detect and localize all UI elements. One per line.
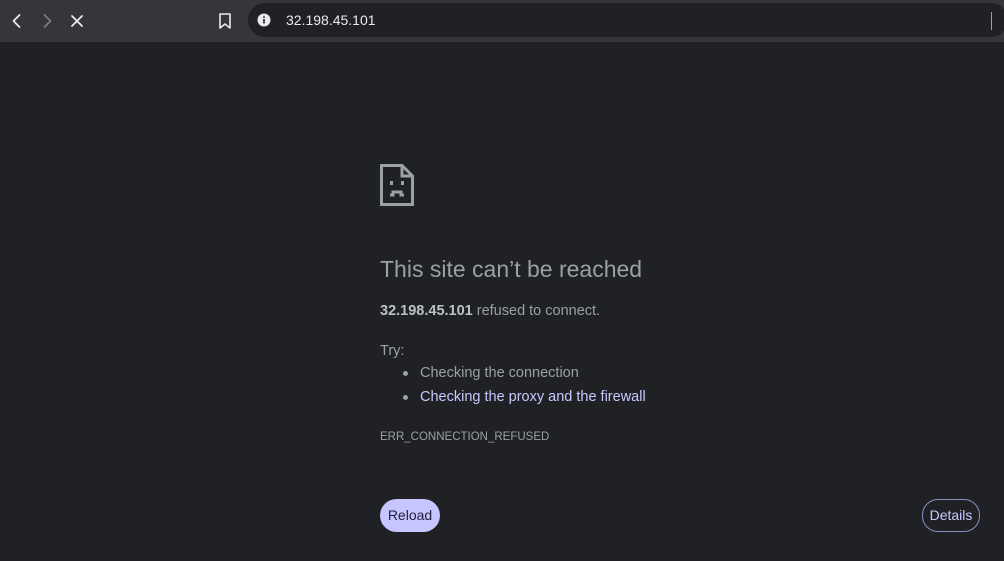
- suggestion-label: Checking the connection: [420, 365, 579, 381]
- close-icon: [71, 15, 83, 27]
- bookmark-button[interactable]: [210, 6, 240, 36]
- error-code: ERR_CONNECTION_REFUSED: [380, 431, 550, 443]
- suggestion-check-connection: Checking the connection: [380, 363, 780, 387]
- error-message: refused to connect.: [472, 303, 601, 319]
- error-host: 32.198.45.101: [380, 303, 473, 319]
- chevron-left-icon: [12, 14, 21, 28]
- sad-page-icon: [380, 164, 414, 206]
- suggestion-list: Checking the connection Checking the pro…: [380, 363, 780, 411]
- back-button[interactable]: [2, 6, 32, 36]
- stop-loading-button[interactable]: [62, 6, 92, 36]
- omnibox-divider: [991, 12, 992, 30]
- error-detail: 32.198.45.101 refused to connect.: [380, 301, 600, 321]
- address-bar[interactable]: 32.198.45.101: [248, 3, 1004, 37]
- chevron-right-icon: [43, 14, 52, 28]
- error-headline: This site can’t be reached: [380, 256, 643, 282]
- browser-toolbar: 32.198.45.101: [0, 0, 1004, 42]
- bullet-icon: [403, 371, 408, 376]
- info-icon[interactable]: [257, 13, 271, 27]
- bullet-icon: [403, 395, 408, 400]
- forward-button[interactable]: [32, 6, 62, 36]
- bookmark-icon: [219, 13, 231, 29]
- try-label: Try:: [380, 343, 405, 359]
- suggestion-label[interactable]: Checking the proxy and the firewall: [420, 389, 646, 405]
- url-text[interactable]: 32.198.45.101: [286, 11, 376, 29]
- suggestion-check-proxy-firewall-link[interactable]: Checking the proxy and the firewall: [380, 387, 780, 411]
- details-button[interactable]: Details: [922, 499, 980, 532]
- reload-button[interactable]: Reload: [380, 499, 440, 532]
